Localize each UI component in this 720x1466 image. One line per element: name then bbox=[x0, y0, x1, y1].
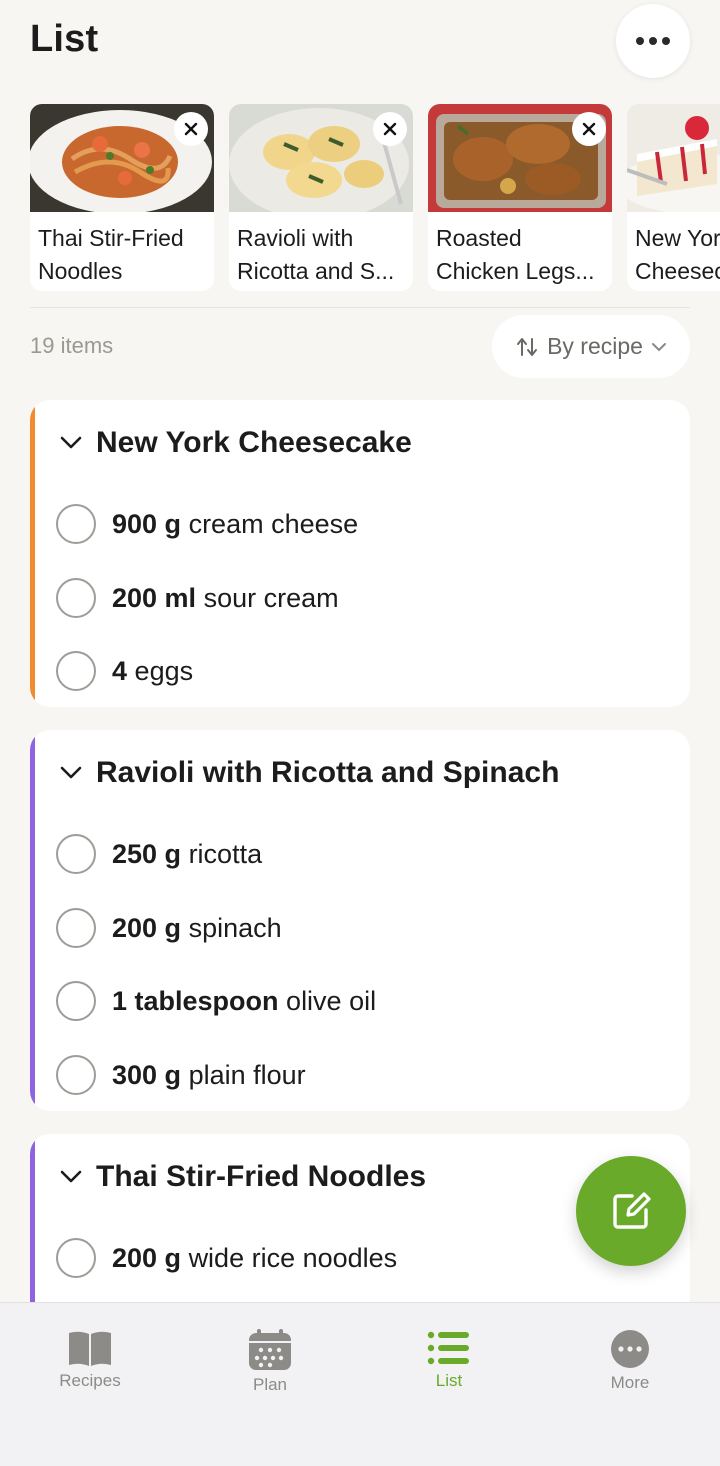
close-icon bbox=[582, 122, 596, 136]
recipe-card-name: Roasted Chicken Legs... bbox=[436, 225, 595, 284]
page-title: List bbox=[30, 18, 99, 60]
chevron-down-icon bbox=[60, 766, 82, 779]
item-name: cream cheese bbox=[188, 508, 359, 539]
list-item[interactable]: 250 g ricotta bbox=[56, 833, 262, 875]
divider bbox=[30, 307, 690, 308]
tab-label: More bbox=[610, 1373, 650, 1392]
item-quantity: 250 g bbox=[112, 838, 182, 869]
item-name: ricotta bbox=[188, 838, 263, 869]
item-quantity: 200 g bbox=[112, 1242, 182, 1273]
item-name: spinach bbox=[188, 912, 282, 943]
item-quantity: 200 g bbox=[112, 912, 182, 943]
ellipsis-icon bbox=[636, 37, 670, 45]
tab-bar: Recipes Plan List More bbox=[0, 1302, 720, 1466]
book-icon bbox=[69, 1331, 111, 1366]
close-icon bbox=[184, 122, 198, 136]
remove-recipe-button[interactable] bbox=[373, 112, 407, 146]
chevron-down-icon bbox=[651, 342, 666, 351]
chevron-down-icon bbox=[60, 436, 82, 449]
group-title: Ravioli with Ricotta and Spinach bbox=[96, 756, 560, 789]
item-quantity: 900 g bbox=[112, 508, 182, 539]
item-name: plain flour bbox=[188, 1059, 306, 1090]
tab-recipes[interactable]: Recipes bbox=[30, 1329, 150, 1391]
group-title: Thai Stir-Fried Noodles bbox=[96, 1160, 427, 1193]
tab-more[interactable]: More bbox=[570, 1329, 690, 1393]
recipe-card-name: Ravioli with Ricotta and S... bbox=[237, 225, 395, 284]
calendar-icon bbox=[249, 1329, 291, 1370]
compose-button[interactable] bbox=[576, 1156, 686, 1266]
sort-arrows-icon bbox=[517, 337, 538, 356]
sort-dropdown[interactable]: By recipe bbox=[492, 315, 690, 378]
item-name: eggs bbox=[134, 655, 194, 686]
tab-plan[interactable]: Plan bbox=[210, 1329, 330, 1395]
recipe-group: New York Cheesecake 900 g cream cheese 2… bbox=[30, 400, 690, 707]
recipe-card[interactable]: New York Cheesecake bbox=[627, 104, 720, 291]
item-checkbox[interactable] bbox=[56, 1055, 96, 1095]
close-icon bbox=[383, 122, 397, 136]
group-header[interactable]: New York Cheesecake bbox=[60, 426, 412, 460]
item-checkbox[interactable] bbox=[56, 651, 96, 691]
tab-label: Plan bbox=[252, 1375, 288, 1394]
group-title: New York Cheesecake bbox=[96, 426, 412, 459]
item-quantity: 300 g bbox=[112, 1059, 182, 1090]
group-accent-bar bbox=[30, 400, 35, 707]
tab-label: List bbox=[435, 1371, 463, 1390]
tab-list[interactable]: List bbox=[389, 1329, 509, 1391]
list-item[interactable]: 200 g spinach bbox=[56, 907, 282, 949]
item-checkbox[interactable] bbox=[56, 981, 96, 1021]
list-item[interactable]: 900 g cream cheese bbox=[56, 503, 358, 545]
list-item[interactable]: 300 g plain flour bbox=[56, 1054, 306, 1096]
item-checkbox[interactable] bbox=[56, 834, 96, 874]
list-item[interactable]: 200 g wide rice noodles bbox=[56, 1237, 397, 1279]
more-icon bbox=[611, 1330, 649, 1368]
list-icon bbox=[427, 1331, 469, 1365]
item-checkbox[interactable] bbox=[56, 1238, 96, 1278]
chevron-down-icon bbox=[60, 1170, 82, 1183]
item-quantity: 200 ml bbox=[112, 582, 197, 613]
item-count: 19 items bbox=[30, 333, 114, 358]
tab-label: Recipes bbox=[59, 1371, 121, 1390]
group-accent-bar bbox=[30, 730, 35, 1111]
recipe-group: Ravioli with Ricotta and Spinach 250 g r… bbox=[30, 730, 690, 1111]
remove-recipe-button[interactable] bbox=[174, 112, 208, 146]
group-header[interactable]: Thai Stir-Fried Noodles bbox=[60, 1160, 426, 1194]
item-checkbox[interactable] bbox=[56, 504, 96, 544]
recipe-card-name: Thai Stir-Fried Noodles bbox=[38, 225, 184, 284]
item-checkbox[interactable] bbox=[56, 578, 96, 618]
list-item[interactable]: 4 eggs bbox=[56, 650, 193, 692]
edit-icon bbox=[613, 1192, 651, 1229]
item-quantity: 1 tablespoon bbox=[112, 985, 279, 1016]
sort-label: By recipe bbox=[547, 333, 643, 359]
list-item[interactable]: 1 tablespoon olive oil bbox=[56, 980, 376, 1022]
recipe-card[interactable]: Thai Stir-Fried Noodles bbox=[30, 104, 214, 291]
group-header[interactable]: Ravioli with Ricotta and Spinach bbox=[60, 756, 559, 790]
recipe-photo-cheesecake bbox=[627, 104, 720, 212]
item-name: sour cream bbox=[203, 582, 339, 613]
list-item[interactable]: 200 ml sour cream bbox=[56, 577, 339, 619]
recipe-card[interactable]: Roasted Chicken Legs... bbox=[428, 104, 612, 291]
item-quantity: 4 bbox=[112, 655, 128, 686]
remove-recipe-button[interactable] bbox=[572, 112, 606, 146]
recipe-card-name: New York Cheesecake bbox=[635, 225, 720, 284]
item-name: wide rice noodles bbox=[188, 1242, 398, 1273]
more-options-button[interactable] bbox=[616, 4, 690, 78]
recipe-strip[interactable]: Thai Stir-Fried Noodles Ravioli with Ric… bbox=[30, 104, 720, 292]
item-checkbox[interactable] bbox=[56, 908, 96, 948]
item-name: olive oil bbox=[286, 985, 377, 1016]
recipe-card[interactable]: Ravioli with Ricotta and S... bbox=[229, 104, 413, 291]
